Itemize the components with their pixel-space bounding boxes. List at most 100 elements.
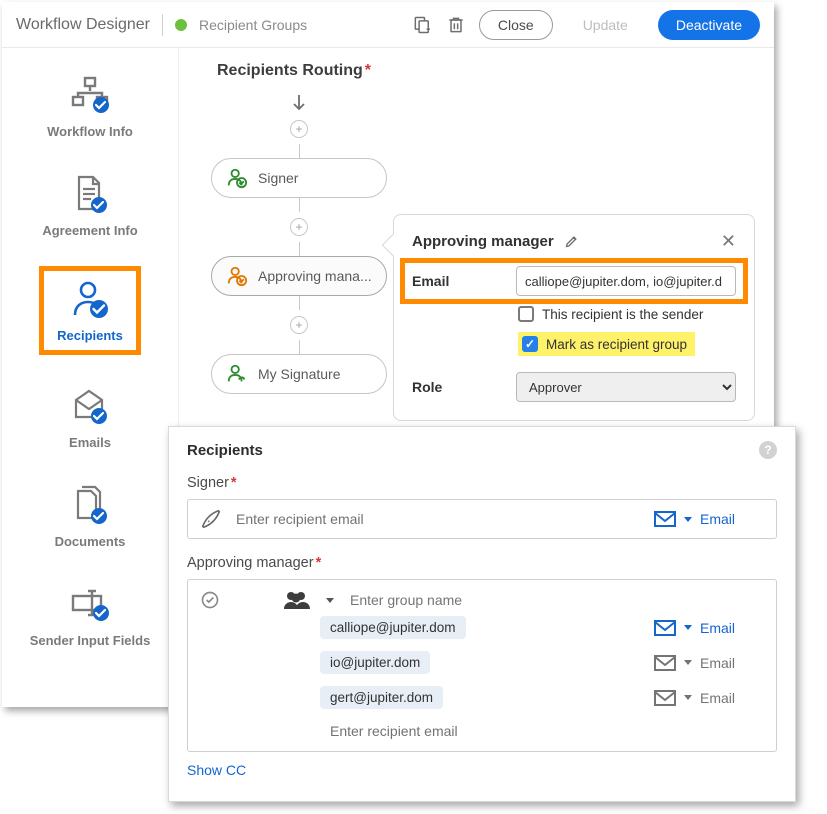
copy-icon[interactable] — [411, 14, 433, 36]
workflow-info-icon — [67, 72, 113, 118]
emails-icon — [67, 383, 113, 429]
channel-label: Email — [700, 620, 735, 636]
mark-group-row: ✓ Mark as recipient group — [518, 332, 736, 356]
step-approving-manager[interactable]: Approving mana... — [211, 256, 387, 296]
mail-icon — [654, 620, 676, 636]
signer-channel-picker[interactable]: Email — [654, 511, 764, 527]
status-text: Recipient Groups — [199, 17, 307, 33]
group-name-input[interactable] — [348, 591, 764, 609]
is-sender-row: This recipient is the sender — [518, 306, 736, 322]
nav-label: Workflow Info — [47, 124, 133, 139]
nav-documents[interactable]: Documents — [55, 482, 126, 549]
chevron-down-icon — [684, 517, 692, 522]
close-button[interactable]: Close — [479, 10, 553, 40]
app-header: Workflow Designer Recipient Groups Close… — [2, 2, 774, 48]
step-my-signature[interactable]: My Signature — [211, 354, 387, 394]
arrow-down-icon — [292, 94, 306, 114]
email-row: Email — [412, 266, 736, 296]
nav-label: Recipients — [57, 328, 123, 343]
mark-group-label: Mark as recipient group — [546, 337, 687, 352]
left-nav: Workflow Info Agreement Info — [2, 48, 178, 707]
pen-icon — [200, 508, 222, 530]
member-row: calliope@jupiter.dom Email — [200, 610, 764, 645]
mail-icon — [654, 690, 676, 706]
app-title: Workflow Designer — [16, 16, 150, 34]
trash-icon[interactable] — [445, 14, 467, 36]
chevron-down-icon[interactable] — [326, 598, 334, 603]
self-sign-icon — [226, 363, 248, 385]
update-button: Update — [565, 10, 646, 40]
member-chip[interactable]: gert@jupiter.dom — [320, 686, 443, 709]
editor-title: Approving manager — [412, 233, 554, 250]
add-step-button[interactable]: + — [290, 120, 308, 138]
group-icon — [282, 590, 312, 610]
is-sender-checkbox[interactable] — [518, 306, 534, 322]
agreement-info-icon — [67, 171, 113, 217]
help-icon[interactable]: ? — [759, 441, 777, 459]
add-member-input[interactable]: Enter recipient email — [200, 715, 764, 741]
nav-label: Documents — [55, 534, 126, 549]
member-row: gert@jupiter.dom Email — [200, 680, 764, 715]
chevron-down-icon — [684, 625, 692, 630]
chevron-down-icon — [684, 695, 692, 700]
nav-sender-input-fields[interactable]: Sender Input Fields — [30, 581, 151, 648]
divider — [162, 14, 163, 36]
group-header-row — [200, 590, 764, 610]
member-row: io@jupiter.dom Email — [200, 645, 764, 680]
nav-label: Emails — [69, 435, 111, 450]
member-channel-picker[interactable]: Email — [654, 690, 764, 706]
show-cc-link[interactable]: Show CC — [187, 762, 777, 778]
approver-section-label: Approving manager* — [187, 555, 777, 571]
mark-group-checkbox[interactable]: ✓ — [522, 336, 538, 352]
recipients-card: Recipients ? Signer* Enter recipient ema… — [168, 426, 796, 802]
mail-icon — [654, 655, 676, 671]
signer-section-label: Signer* — [187, 475, 777, 491]
add-step-button[interactable]: + — [290, 218, 308, 236]
chevron-down-icon — [684, 660, 692, 665]
recipients-icon — [67, 276, 113, 322]
role-label: Role — [412, 379, 504, 395]
nav-emails[interactable]: Emails — [67, 383, 113, 450]
add-step-button[interactable]: + — [290, 316, 308, 334]
status-dot-icon — [175, 19, 187, 31]
approve-check-icon — [200, 590, 220, 610]
close-icon[interactable]: ✕ — [721, 231, 736, 252]
step-label: Approving mana... — [258, 268, 372, 284]
approver-group-box: calliope@jupiter.dom Email io@jupiter.do… — [187, 579, 777, 752]
deactivate-button[interactable]: Deactivate — [658, 10, 760, 40]
is-sender-label: This recipient is the sender — [542, 307, 703, 322]
recipients-title: Recipients — [187, 442, 263, 459]
role-select[interactable]: Approver — [516, 372, 736, 402]
member-channel-picker[interactable]: Email — [654, 620, 764, 636]
channel-label: Email — [700, 511, 735, 527]
canvas-title-text: Recipients Routing — [217, 62, 363, 79]
email-input[interactable] — [516, 266, 736, 296]
edit-icon[interactable] — [564, 234, 579, 249]
member-channel-picker[interactable]: Email — [654, 655, 764, 671]
mail-icon — [654, 511, 676, 527]
channel-label: Email — [700, 690, 735, 706]
nav-label: Agreement Info — [42, 223, 137, 238]
routing-flow: + Signer + Approving mana... + My Signat… — [195, 94, 403, 394]
step-signer[interactable]: Signer — [211, 158, 387, 198]
nav-label: Sender Input Fields — [30, 633, 151, 648]
nav-workflow-info[interactable]: Workflow Info — [47, 72, 133, 139]
approver-icon — [226, 265, 248, 287]
member-chip[interactable]: io@jupiter.dom — [320, 651, 430, 674]
required-asterisk: * — [365, 62, 371, 79]
role-row: Role Approver — [412, 372, 736, 402]
signer-icon — [226, 167, 248, 189]
step-editor: Approving manager ✕ Email This recipient… — [393, 214, 755, 421]
step-label: My Signature — [258, 366, 340, 382]
nav-recipients[interactable]: Recipients — [43, 270, 137, 351]
email-label: Email — [412, 273, 504, 289]
signer-placeholder: Enter recipient email — [236, 511, 640, 527]
member-chip[interactable]: calliope@jupiter.dom — [320, 616, 466, 639]
sender-input-fields-icon — [67, 581, 113, 627]
canvas-title: Recipients Routing* — [217, 62, 371, 80]
nav-agreement-info[interactable]: Agreement Info — [42, 171, 137, 238]
documents-icon — [67, 482, 113, 528]
channel-label: Email — [700, 655, 735, 671]
step-label: Signer — [258, 170, 298, 186]
signer-input-row[interactable]: Enter recipient email Email — [187, 499, 777, 539]
